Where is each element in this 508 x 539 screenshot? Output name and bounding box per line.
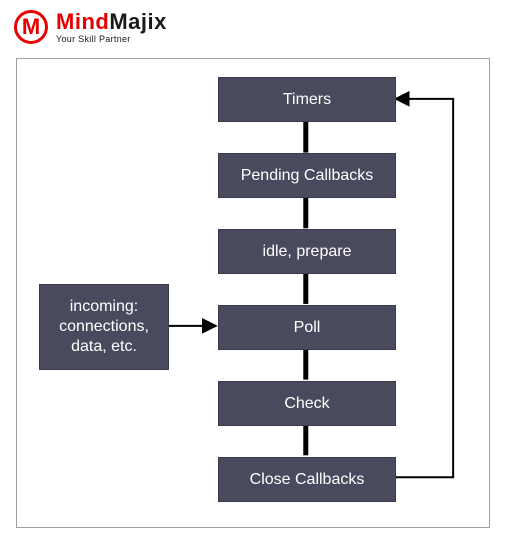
diagram-frame: Timers Pending Callbacks idle, prepare P… bbox=[16, 58, 490, 528]
phase-close-callbacks: Close Callbacks bbox=[218, 457, 396, 502]
phase-poll: Poll bbox=[218, 305, 396, 350]
logo-name-red: Mind bbox=[56, 9, 109, 34]
logo-name: MindMajix bbox=[56, 11, 167, 33]
logo-text-block: MindMajix Your Skill Partner bbox=[56, 11, 167, 44]
incoming-box: incoming: connections, data, etc. bbox=[39, 284, 169, 370]
phase-timers: Timers bbox=[218, 77, 396, 122]
phase-close-label: Close Callbacks bbox=[250, 470, 365, 490]
logo-mark-icon: M bbox=[14, 10, 48, 44]
logo-name-dark: Majix bbox=[109, 9, 167, 34]
phase-pending-label: Pending Callbacks bbox=[241, 166, 374, 186]
phase-idle-prepare: idle, prepare bbox=[218, 229, 396, 274]
phase-pending-callbacks: Pending Callbacks bbox=[218, 153, 396, 198]
phase-poll-label: Poll bbox=[294, 318, 321, 338]
phase-idle-label: idle, prepare bbox=[263, 242, 352, 262]
phase-timers-label: Timers bbox=[283, 90, 331, 110]
logo-mark-letter: M bbox=[22, 16, 40, 38]
brand-logo: M MindMajix Your Skill Partner bbox=[14, 10, 167, 44]
phase-check-label: Check bbox=[284, 394, 329, 414]
logo-tagline: Your Skill Partner bbox=[56, 35, 167, 44]
phase-check: Check bbox=[218, 381, 396, 426]
incoming-label: incoming: connections, data, etc. bbox=[59, 297, 149, 357]
